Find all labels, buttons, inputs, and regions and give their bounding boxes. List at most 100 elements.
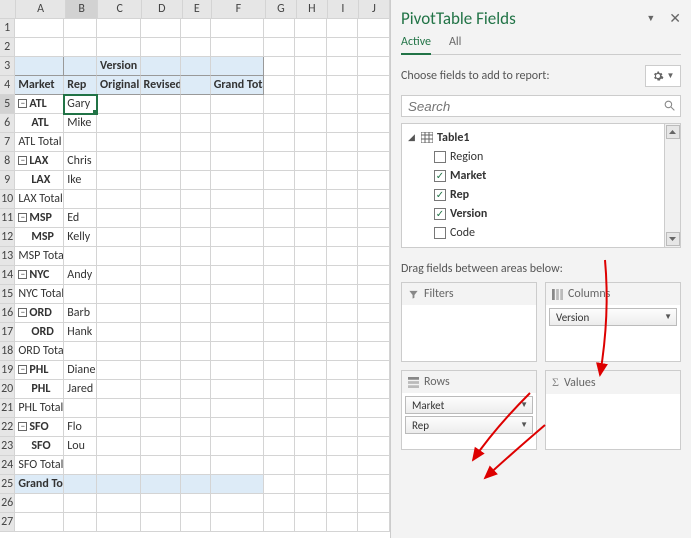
cell-H3[interactable]: [295, 57, 327, 76]
cell-G12[interactable]: [264, 228, 296, 247]
cell-D2[interactable]: [141, 38, 182, 57]
cell-A27[interactable]: [15, 513, 64, 532]
row-header[interactable]: 9: [0, 171, 15, 190]
cell-A16[interactable]: −ORD: [15, 304, 64, 323]
cell-B15[interactable]: [64, 285, 97, 304]
cell-G1[interactable]: [264, 19, 296, 38]
cell-F3[interactable]: [211, 57, 264, 76]
cell-D8[interactable]: [141, 152, 182, 171]
cell-C18[interactable]: [97, 342, 141, 361]
cell-D27[interactable]: [141, 513, 182, 532]
cell-B14[interactable]: Andy: [64, 266, 97, 285]
row-header[interactable]: 12: [0, 228, 15, 247]
cell-B2[interactable]: [64, 38, 97, 57]
cell-B7[interactable]: [64, 133, 97, 152]
cell-C27[interactable]: [97, 513, 141, 532]
checkbox[interactable]: [434, 208, 446, 220]
collapse-icon[interactable]: −: [18, 422, 27, 431]
cell-I12[interactable]: [327, 228, 359, 247]
cell-J20[interactable]: [358, 380, 390, 399]
cell-A22[interactable]: −SFO: [15, 418, 64, 437]
cell-D9[interactable]: [141, 171, 182, 190]
cell-G16[interactable]: [264, 304, 296, 323]
collapse-icon[interactable]: −: [18, 270, 27, 279]
cell-C22[interactable]: [97, 418, 141, 437]
cell-B20[interactable]: Jared: [64, 380, 97, 399]
cell-A17[interactable]: ORD: [15, 323, 64, 342]
checkbox[interactable]: [434, 170, 446, 182]
cell-G7[interactable]: [264, 133, 296, 152]
cell-D4[interactable]: Revised: [141, 76, 182, 95]
cell-H4[interactable]: [295, 76, 327, 95]
cell-F15[interactable]: [211, 285, 264, 304]
cell-C20[interactable]: [97, 380, 141, 399]
checkbox[interactable]: [434, 151, 446, 163]
cell-F1[interactable]: [211, 19, 264, 38]
cell-J7[interactable]: [358, 133, 390, 152]
cell-B18[interactable]: [64, 342, 97, 361]
tools-button[interactable]: ▼: [645, 65, 681, 87]
cell-J27[interactable]: [358, 513, 390, 532]
cell-A14[interactable]: −NYC: [15, 266, 64, 285]
cell-J15[interactable]: [358, 285, 390, 304]
rows-area[interactable]: Rows Market▼Rep▼: [401, 370, 537, 450]
cell-B1[interactable]: [64, 19, 97, 38]
cell-G11[interactable]: [264, 209, 296, 228]
cell-D21[interactable]: [141, 399, 182, 418]
row-header[interactable]: 20: [0, 380, 15, 399]
cell-A23[interactable]: SFO: [15, 437, 64, 456]
cell-G3[interactable]: [264, 57, 296, 76]
column-header-G[interactable]: G: [266, 0, 297, 19]
cell-H13[interactable]: [295, 247, 327, 266]
cell-C4[interactable]: Original: [97, 76, 141, 95]
cell-B6[interactable]: Mike: [64, 114, 97, 133]
row-header[interactable]: 25: [0, 475, 15, 494]
cell-C24[interactable]: [97, 456, 141, 475]
cell-J9[interactable]: [358, 171, 390, 190]
cell-A3[interactable]: [15, 57, 64, 76]
cell-J24[interactable]: [358, 456, 390, 475]
cell-C5[interactable]: [97, 95, 141, 114]
collapse-icon[interactable]: −: [18, 99, 27, 108]
cell-G6[interactable]: [264, 114, 296, 133]
cell-D6[interactable]: [141, 114, 182, 133]
cell-D11[interactable]: [141, 209, 182, 228]
cell-E20[interactable]: [181, 380, 211, 399]
cell-E6[interactable]: [181, 114, 211, 133]
row-header[interactable]: 17: [0, 323, 15, 342]
cell-A4[interactable]: Market: [15, 76, 64, 95]
cell-F7[interactable]: [211, 133, 264, 152]
cell-G5[interactable]: [264, 95, 296, 114]
cell-H2[interactable]: [295, 38, 327, 57]
cell-J18[interactable]: [358, 342, 390, 361]
close-icon[interactable]: ✕: [669, 10, 681, 27]
cell-F5[interactable]: [211, 95, 264, 114]
cell-D19[interactable]: [141, 361, 182, 380]
cell-C3[interactable]: Version: [97, 57, 141, 76]
cell-G22[interactable]: [264, 418, 296, 437]
cell-G24[interactable]: [264, 456, 296, 475]
column-header-F[interactable]: F: [212, 0, 266, 19]
cell-D12[interactable]: [141, 228, 182, 247]
cell-C6[interactable]: [97, 114, 141, 133]
cell-C26[interactable]: [97, 494, 141, 513]
cell-H14[interactable]: [295, 266, 327, 285]
cell-H1[interactable]: [295, 19, 327, 38]
cell-G4[interactable]: [264, 76, 296, 95]
cell-I19[interactable]: [327, 361, 359, 380]
cell-A21[interactable]: PHL Total: [15, 399, 64, 418]
cell-I15[interactable]: [327, 285, 359, 304]
row-header[interactable]: 15: [0, 285, 15, 304]
cell-J23[interactable]: [358, 437, 390, 456]
cell-A7[interactable]: ATL Total: [15, 133, 64, 152]
pill-version[interactable]: Version▼: [549, 308, 677, 326]
cell-A1[interactable]: [15, 19, 64, 38]
cell-E26[interactable]: [181, 494, 211, 513]
cell-I26[interactable]: [327, 494, 359, 513]
cell-E19[interactable]: [181, 361, 211, 380]
column-header-A[interactable]: A: [16, 0, 66, 19]
cell-J13[interactable]: [358, 247, 390, 266]
cell-D15[interactable]: [141, 285, 182, 304]
cell-H11[interactable]: [295, 209, 327, 228]
cell-H17[interactable]: [295, 323, 327, 342]
